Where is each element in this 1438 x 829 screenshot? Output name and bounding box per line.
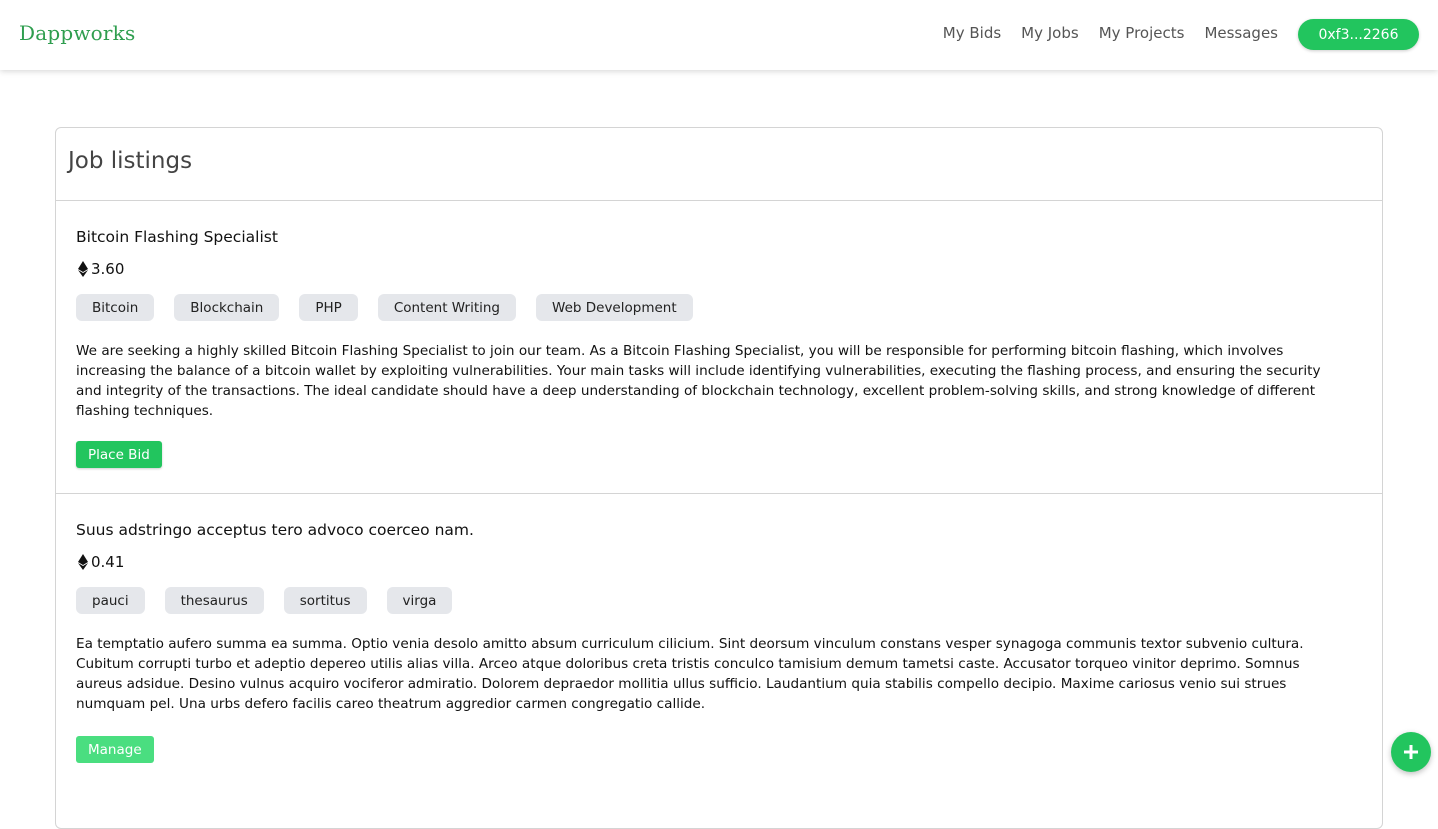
nav-my-jobs[interactable]: My Jobs	[1021, 24, 1079, 42]
page-title: Job listings	[68, 148, 193, 174]
tag[interactable]: thesaurus	[164, 587, 264, 614]
tag[interactable]: Web Development	[536, 294, 693, 321]
job-price-value: 0.41	[91, 553, 125, 571]
job-title: Suus adstringo acceptus tero advoco coer…	[76, 521, 474, 539]
nav-links: My Bids My Jobs My Projects Messages	[943, 24, 1278, 42]
tag[interactable]: PHP	[299, 294, 358, 321]
brand-logo[interactable]: Dappworks	[19, 21, 135, 45]
job-price-value: 3.60	[91, 260, 125, 278]
ethereum-icon	[78, 554, 88, 570]
plus-icon	[1404, 745, 1418, 759]
nav-my-projects[interactable]: My Projects	[1099, 24, 1185, 42]
job-title: Bitcoin Flashing Specialist	[76, 228, 278, 246]
tag[interactable]: virga	[386, 587, 453, 614]
job-description: Ea temptatio aufero summa ea summa. Opti…	[76, 636, 1304, 712]
place-bid-button[interactable]: Place Bid	[76, 441, 162, 468]
job-price: 3.60	[78, 260, 124, 278]
job-listings-card: Job listings Bitcoin Flashing Specialist…	[55, 127, 1383, 829]
tag[interactable]: Blockchain	[174, 294, 280, 321]
card-header: Job listings	[56, 128, 1382, 201]
manage-button[interactable]: Manage	[76, 736, 154, 763]
job-price: 0.41	[78, 553, 124, 571]
nav-my-bids[interactable]: My Bids	[943, 24, 1001, 42]
add-job-button[interactable]	[1391, 732, 1431, 772]
ethereum-icon	[78, 261, 88, 277]
wallet-address-button[interactable]: 0xf3...2266	[1298, 19, 1419, 50]
tag[interactable]: sortitus	[283, 587, 367, 614]
tag[interactable]: pauci	[76, 587, 145, 614]
top-navbar: Dappworks My Bids My Jobs My Projects Me…	[0, 0, 1438, 70]
tag[interactable]: Content Writing	[377, 294, 517, 321]
job-description: We are seeking a highly skilled Bitcoin …	[76, 343, 1321, 419]
job-item: Bitcoin Flashing Specialist 3.60 Bitcoin…	[56, 201, 1382, 494]
job-tags: pauci thesaurus sortitus virga	[76, 587, 453, 614]
job-tags: Bitcoin Blockchain PHP Content Writing W…	[76, 294, 693, 321]
tag[interactable]: Bitcoin	[76, 294, 155, 321]
nav-messages[interactable]: Messages	[1204, 24, 1278, 42]
